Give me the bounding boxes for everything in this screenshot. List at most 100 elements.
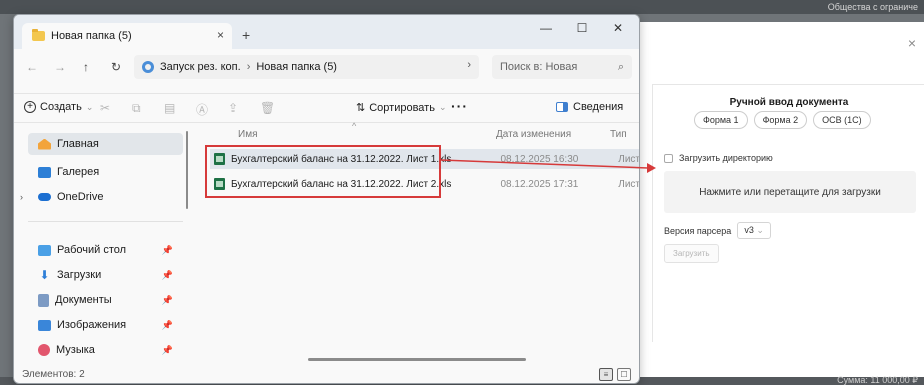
sidebar-item-desktop[interactable]: Рабочий стол 📌 xyxy=(28,239,183,261)
form1-button[interactable]: Форма 1 xyxy=(694,111,748,129)
search-input[interactable]: Поиск в: Новая ⌕ xyxy=(492,55,632,79)
maximize-button[interactable]: ☐ xyxy=(564,21,600,35)
form2-button[interactable]: Форма 2 xyxy=(753,111,808,129)
dialog-title: Ручной ввод документа xyxy=(729,97,849,108)
tiles-view-button[interactable]: ☐ xyxy=(617,368,631,381)
forward-arrow-icon[interactable]: → xyxy=(54,60,66,74)
details-button[interactable]: Сведения xyxy=(556,101,623,113)
address-bar-row: ← → ↑ ↻ Запуск рез. коп. › Новая папка (… xyxy=(14,49,639,85)
file-type: Лист N xyxy=(618,153,640,165)
back-arrow-icon[interactable]: ← xyxy=(26,60,38,74)
background-sum-text: Сумма: 11 000,00 ₽ xyxy=(837,375,918,385)
view-switcher: ≡ ☐ xyxy=(599,368,631,381)
details-view-button[interactable]: ≡ xyxy=(599,368,613,381)
breadcrumb-item-backup[interactable]: Запуск рез. коп. xyxy=(160,61,241,73)
create-button[interactable]: + Создать ⌄ xyxy=(24,101,93,113)
delete-icon[interactable]: 🗑 xyxy=(260,101,275,115)
parser-version-select[interactable]: v3 ⌄ xyxy=(737,222,771,239)
horizontal-scrollbar[interactable] xyxy=(308,358,526,361)
sort-label: Сортировать xyxy=(369,101,435,114)
sidebar-item-label: Изображения xyxy=(57,319,127,331)
file-date: 08.12.2025 16:30 xyxy=(500,153,579,165)
expand-arrow-icon[interactable]: › xyxy=(20,192,23,202)
sidebar-item-pictures[interactable]: Изображения 📌 xyxy=(28,314,183,336)
sort-indicator-icon: ^ xyxy=(352,121,357,131)
load-directory-label: Загрузить директорию xyxy=(679,153,773,163)
file-date: 08.12.2025 17:31 xyxy=(500,178,579,190)
sidebar-item-label: Документы xyxy=(55,294,112,306)
breadcrumb[interactable]: Запуск рез. коп. › Новая папка (5) › xyxy=(134,55,479,79)
parser-version-label: Версия парсера xyxy=(664,225,732,236)
plus-icon: + xyxy=(24,101,36,113)
more-options-button[interactable]: ··· xyxy=(451,98,468,114)
download-icon: ⬇ xyxy=(39,267,50,282)
sidebar-item-music[interactable]: Музыка 📌 xyxy=(28,339,183,361)
files-highlight-box xyxy=(205,145,441,198)
sidebar-item-home[interactable]: Главная xyxy=(28,133,183,155)
sidebar-item-label: OneDrive xyxy=(57,191,104,203)
sidebar-scrollbar[interactable] xyxy=(186,131,188,209)
pin-icon: 📌 xyxy=(161,244,173,255)
sidebar-item-label: Загрузки xyxy=(57,269,102,281)
navigation-pane: Главная Галерея › OneDrive Рабочий стол … xyxy=(14,123,194,367)
column-header-date[interactable]: Дата изменения xyxy=(496,129,571,140)
osv-button[interactable]: ОСВ (1С) xyxy=(813,111,871,129)
tab-title: Новая папка (5) xyxy=(51,30,132,42)
sidebar-item-gallery[interactable]: Галерея xyxy=(28,161,183,183)
tab-new-folder[interactable]: Новая папка (5) × xyxy=(22,23,232,49)
close-tab-icon[interactable]: × xyxy=(217,28,224,42)
music-icon xyxy=(38,344,50,356)
sort-icon: ⇅ xyxy=(356,102,366,114)
details-label: Сведения xyxy=(573,101,624,113)
sidebar-item-documents[interactable]: Документы 📌 xyxy=(28,289,183,311)
background-company-text: Общества с ограниче xyxy=(827,2,918,12)
create-label: Создать xyxy=(40,101,82,113)
upload-dropzone[interactable]: Нажмите или перетащите для загрузки xyxy=(664,171,916,213)
share-icon[interactable]: ⇪ xyxy=(228,101,238,115)
column-header-name[interactable]: Имя xyxy=(238,129,257,140)
minimize-button[interactable]: — xyxy=(528,21,564,35)
home-icon xyxy=(38,138,51,150)
sidebar-item-label: Музыка xyxy=(56,344,95,356)
status-bar: Элементов: 2 ≡ ☐ xyxy=(14,367,639,383)
sidebar-item-onedrive[interactable]: › OneDrive xyxy=(20,186,183,208)
onedrive-cloud-icon xyxy=(38,193,51,201)
rename-icon[interactable]: Ⓐ xyxy=(196,101,208,118)
pin-icon: 📌 xyxy=(161,319,173,330)
column-header-type[interactable]: Тип xyxy=(610,129,627,140)
dialog-content: Ручной ввод документа Форма 1 Форма 2 ОС… xyxy=(590,22,924,377)
sidebar-item-label: Рабочий стол xyxy=(57,244,127,256)
breadcrumb-item-folder[interactable]: Новая папка (5) xyxy=(256,61,337,73)
sidebar-divider xyxy=(28,221,183,222)
breadcrumb-expand-icon[interactable]: › xyxy=(467,59,471,71)
copy-icon[interactable]: ⧉ xyxy=(132,101,141,116)
gallery-icon xyxy=(38,166,51,178)
chevron-down-icon: ⌄ xyxy=(85,101,94,112)
paste-icon[interactable]: ▤ xyxy=(164,101,175,115)
search-placeholder: Поиск в: Новая xyxy=(500,61,578,73)
sidebar-item-downloads[interactable]: ⬇ Загрузки 📌 xyxy=(28,264,183,286)
breadcrumb-separator: › xyxy=(246,61,251,73)
parser-version-value: v3 xyxy=(744,225,754,235)
cut-icon[interactable]: ✂ xyxy=(100,101,110,115)
backup-location-icon xyxy=(142,61,154,73)
title-bar: Новая папка (5) × + — ☐ ✕ xyxy=(14,15,639,49)
chevron-down-icon: ⌄ xyxy=(438,102,447,112)
sort-button[interactable]: ⇅ Сортировать ⌄ xyxy=(356,101,447,115)
refresh-icon[interactable]: ↻ xyxy=(111,60,121,74)
checkbox-box[interactable] xyxy=(664,153,673,163)
close-window-button[interactable]: ✕ xyxy=(600,21,636,35)
up-arrow-icon[interactable]: ↑ xyxy=(83,60,89,74)
background-top-bar: Общества с ограниче xyxy=(0,0,924,14)
dropzone-text: Нажмите или перетащите для загрузки xyxy=(699,186,881,198)
upload-button[interactable]: Загрузить xyxy=(664,244,719,263)
documents-icon xyxy=(38,293,49,307)
new-tab-button[interactable]: + xyxy=(242,27,250,43)
desktop-icon xyxy=(38,244,51,256)
pin-icon: 📌 xyxy=(161,344,173,355)
details-pane-icon xyxy=(556,102,568,112)
file-explorer-window: Новая папка (5) × + — ☐ ✕ ← → ↑ ↻ Запуск… xyxy=(13,14,640,384)
folder-icon xyxy=(32,29,45,41)
load-directory-checkbox[interactable]: Загрузить директорию xyxy=(664,153,773,163)
command-bar: + Создать ⌄ ✂ ⧉ ▤ Ⓐ ⇪ 🗑 ⇅ Сортировать ⌄ … xyxy=(14,93,639,123)
